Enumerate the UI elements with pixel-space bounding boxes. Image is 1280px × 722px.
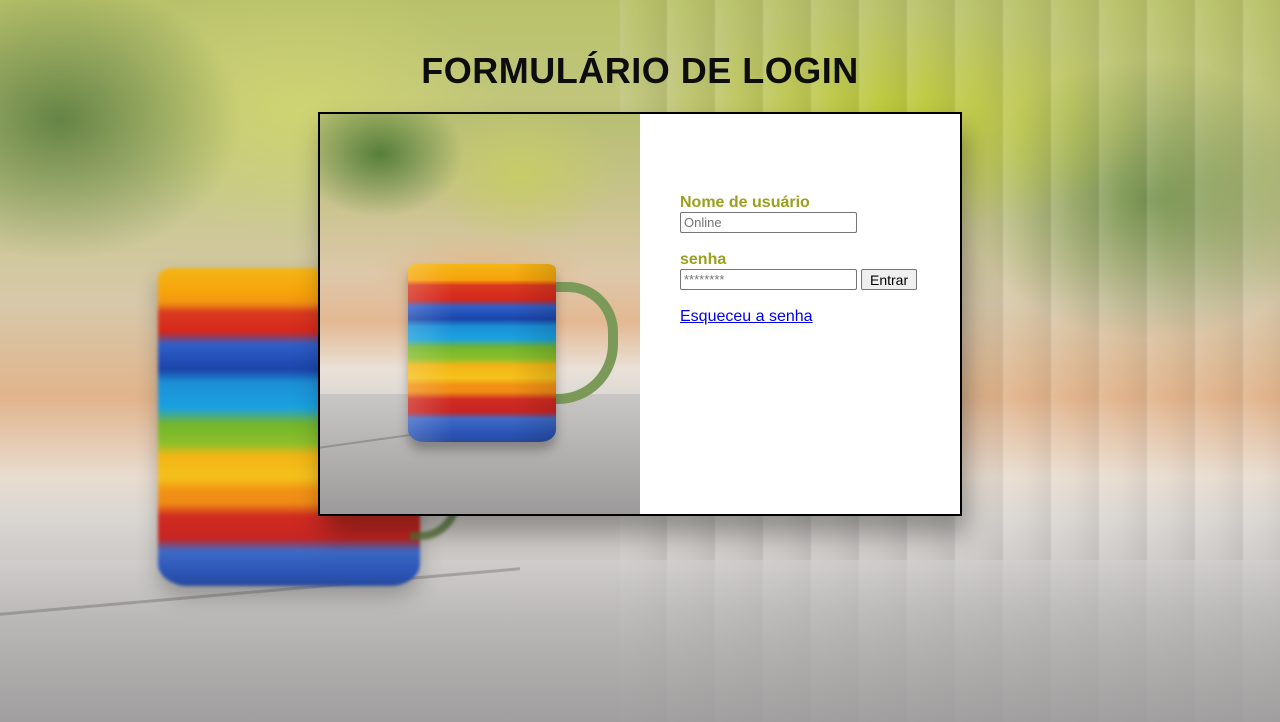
username-group: Nome de usuário bbox=[680, 194, 960, 233]
password-group: senha Entrar bbox=[680, 251, 960, 290]
login-button[interactable]: Entrar bbox=[861, 269, 918, 290]
photo-rainbow-mug bbox=[408, 264, 556, 442]
photo-mug-handle bbox=[550, 282, 618, 404]
login-form: Nome de usuário senha Entrar Esqueceu a … bbox=[640, 114, 960, 514]
password-label: senha bbox=[680, 251, 727, 268]
forgot-password-link[interactable]: Esqueceu a senha bbox=[680, 308, 813, 326]
username-label: Nome de usuário bbox=[680, 194, 810, 211]
login-box: Nome de usuário senha Entrar Esqueceu a … bbox=[318, 112, 962, 516]
password-input[interactable] bbox=[680, 269, 857, 290]
login-photo-panel bbox=[320, 114, 640, 514]
username-input[interactable] bbox=[680, 212, 857, 233]
password-row: Entrar bbox=[680, 269, 960, 290]
page-title: FORMULÁRIO DE LOGIN bbox=[421, 50, 859, 91]
